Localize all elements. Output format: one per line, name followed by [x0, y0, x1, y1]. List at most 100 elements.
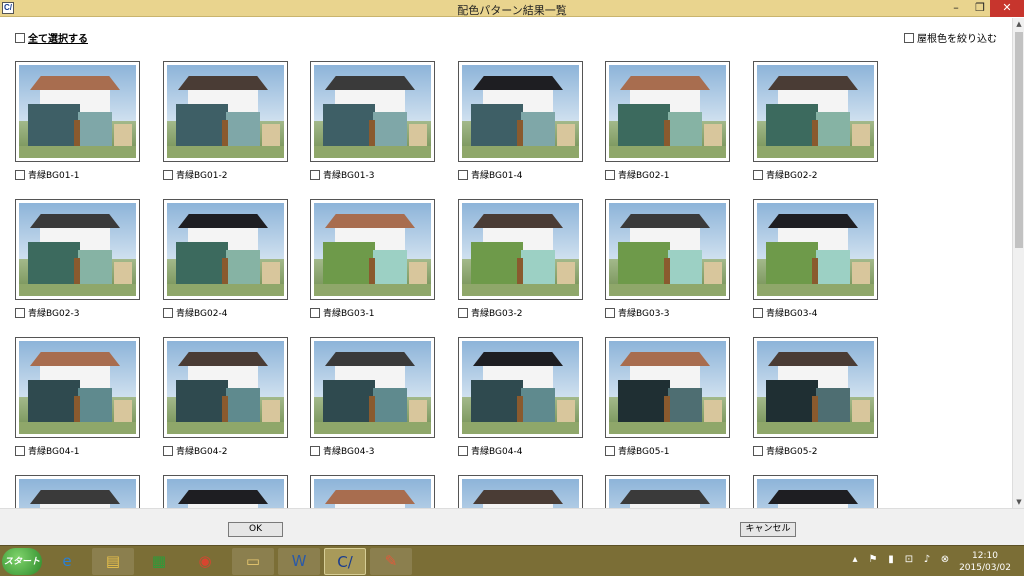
- file-explorer-icon[interactable]: ▤: [92, 548, 134, 575]
- flag-icon[interactable]: ⚑: [864, 554, 882, 565]
- close-circle-icon[interactable]: ⊗: [936, 554, 954, 565]
- ok-button[interactable]: OK: [228, 522, 283, 537]
- pattern-caption[interactable]: 青緑BG03-3: [605, 306, 669, 319]
- pattern-caption[interactable]: 青緑BG04-2: [163, 444, 227, 457]
- pattern-card[interactable]: [310, 475, 436, 508]
- pattern-checkbox[interactable]: [753, 445, 763, 456]
- pattern-thumbnail[interactable]: [458, 475, 583, 508]
- ie-icon[interactable]: e: [46, 548, 88, 575]
- roof-filter-label[interactable]: 屋根色を絞り込む: [917, 34, 997, 45]
- pattern-thumbnail[interactable]: [458, 61, 583, 162]
- scroll-thumb[interactable]: [1015, 32, 1023, 248]
- pattern-checkbox[interactable]: [458, 169, 468, 180]
- pattern-card[interactable]: 青緑BG03-3: [605, 199, 731, 319]
- word-icon[interactable]: W: [278, 548, 320, 575]
- pattern-thumbnail[interactable]: [753, 475, 878, 508]
- pattern-thumbnail[interactable]: [163, 475, 288, 508]
- pattern-checkbox[interactable]: [605, 307, 615, 318]
- pattern-checkbox[interactable]: [15, 445, 25, 456]
- pattern-thumbnail[interactable]: [163, 199, 288, 300]
- pattern-caption[interactable]: 青緑BG02-2: [753, 168, 817, 181]
- pattern-caption[interactable]: 青緑BG01-3: [310, 168, 374, 181]
- pattern-checkbox[interactable]: [458, 445, 468, 456]
- start-button[interactable]: スタート: [2, 548, 42, 575]
- pattern-caption[interactable]: 青緑BG03-2: [458, 306, 522, 319]
- pattern-thumbnail[interactable]: [753, 337, 878, 438]
- battery-icon[interactable]: ▮: [882, 554, 900, 565]
- pattern-card[interactable]: 青緑BG01-3: [310, 61, 436, 181]
- pattern-card[interactable]: [753, 475, 879, 508]
- select-all-label[interactable]: 全て選択する: [28, 34, 88, 45]
- select-all-control[interactable]: 全て選択する: [15, 30, 88, 45]
- color-app-icon[interactable]: C/: [324, 548, 366, 575]
- pattern-caption[interactable]: 青緑BG01-1: [15, 168, 79, 181]
- pattern-thumbnail[interactable]: [605, 475, 730, 508]
- pattern-card[interactable]: [605, 475, 731, 508]
- pattern-card[interactable]: 青緑BG02-1: [605, 61, 731, 181]
- pattern-thumbnail[interactable]: [310, 337, 435, 438]
- pattern-checkbox[interactable]: [605, 445, 615, 456]
- pattern-caption[interactable]: 青緑BG04-4: [458, 444, 522, 457]
- pattern-caption[interactable]: 青緑BG02-4: [163, 306, 227, 319]
- pattern-card[interactable]: 青緑BG05-1: [605, 337, 731, 457]
- pattern-card[interactable]: 青緑BG02-4: [163, 199, 289, 319]
- pattern-card[interactable]: 青緑BG01-2: [163, 61, 289, 181]
- pattern-thumbnail[interactable]: [605, 199, 730, 300]
- pattern-thumbnail[interactable]: [310, 199, 435, 300]
- pattern-thumbnail[interactable]: [605, 337, 730, 438]
- scroll-up-arrow-icon[interactable]: ▲: [1013, 18, 1024, 30]
- store-icon[interactable]: ▦: [138, 548, 180, 575]
- pattern-card[interactable]: 青緑BG03-4: [753, 199, 879, 319]
- minimize-button[interactable]: –: [944, 0, 968, 17]
- roof-filter-control[interactable]: 屋根色を絞り込む: [904, 30, 997, 45]
- pattern-checkbox[interactable]: [310, 307, 320, 318]
- restore-button[interactable]: ❐: [968, 0, 992, 17]
- pattern-thumbnail[interactable]: [15, 199, 140, 300]
- pattern-thumbnail[interactable]: [753, 61, 878, 162]
- pattern-card[interactable]: 青緑BG04-3: [310, 337, 436, 457]
- pattern-caption[interactable]: 青緑BG02-1: [605, 168, 669, 181]
- pattern-card[interactable]: 青緑BG03-1: [310, 199, 436, 319]
- pattern-caption[interactable]: 青緑BG03-4: [753, 306, 817, 319]
- select-all-checkbox[interactable]: [15, 32, 25, 43]
- pattern-card[interactable]: 青緑BG04-2: [163, 337, 289, 457]
- pattern-caption[interactable]: 青緑BG01-2: [163, 168, 227, 181]
- pattern-checkbox[interactable]: [15, 307, 25, 318]
- pattern-thumbnail[interactable]: [458, 199, 583, 300]
- pattern-thumbnail[interactable]: [458, 337, 583, 438]
- pattern-checkbox[interactable]: [753, 307, 763, 318]
- paint-icon[interactable]: ✎: [370, 548, 412, 575]
- pattern-checkbox[interactable]: [15, 169, 25, 180]
- pattern-card[interactable]: [163, 475, 289, 508]
- pattern-card[interactable]: 青緑BG01-4: [458, 61, 584, 181]
- pattern-checkbox[interactable]: [310, 445, 320, 456]
- pattern-thumbnail[interactable]: [15, 337, 140, 438]
- pattern-caption[interactable]: 青緑BG05-2: [753, 444, 817, 457]
- vertical-scrollbar[interactable]: ▲ ▼: [1012, 18, 1024, 508]
- pattern-card[interactable]: 青緑BG04-1: [15, 337, 141, 457]
- pattern-caption[interactable]: 青緑BG04-1: [15, 444, 79, 457]
- pattern-card[interactable]: [15, 475, 141, 508]
- pattern-card[interactable]: 青緑BG04-4: [458, 337, 584, 457]
- folder-icon[interactable]: ▭: [232, 548, 274, 575]
- pattern-caption[interactable]: 青緑BG01-4: [458, 168, 522, 181]
- pattern-card[interactable]: 青緑BG03-2: [458, 199, 584, 319]
- pattern-caption[interactable]: 青緑BG03-1: [310, 306, 374, 319]
- pattern-thumbnail[interactable]: [310, 475, 435, 508]
- pattern-checkbox[interactable]: [605, 169, 615, 180]
- pattern-caption[interactable]: 青緑BG02-3: [15, 306, 79, 319]
- pattern-checkbox[interactable]: [163, 307, 173, 318]
- pattern-checkbox[interactable]: [458, 307, 468, 318]
- clock[interactable]: 12:10 2015/03/02: [955, 550, 1015, 574]
- scroll-down-arrow-icon[interactable]: ▼: [1013, 496, 1024, 508]
- pattern-thumbnail[interactable]: [310, 61, 435, 162]
- pattern-checkbox[interactable]: [753, 169, 763, 180]
- pattern-thumbnail[interactable]: [163, 61, 288, 162]
- network-icon[interactable]: ⊡: [900, 554, 918, 565]
- volume-icon[interactable]: ♪: [918, 554, 936, 565]
- roof-filter-checkbox[interactable]: [904, 32, 914, 43]
- pattern-thumbnail[interactable]: [15, 61, 140, 162]
- pattern-card[interactable]: 青緑BG01-1: [15, 61, 141, 181]
- pattern-caption[interactable]: 青緑BG04-3: [310, 444, 374, 457]
- show-hidden-icons-icon[interactable]: ▴: [846, 554, 864, 565]
